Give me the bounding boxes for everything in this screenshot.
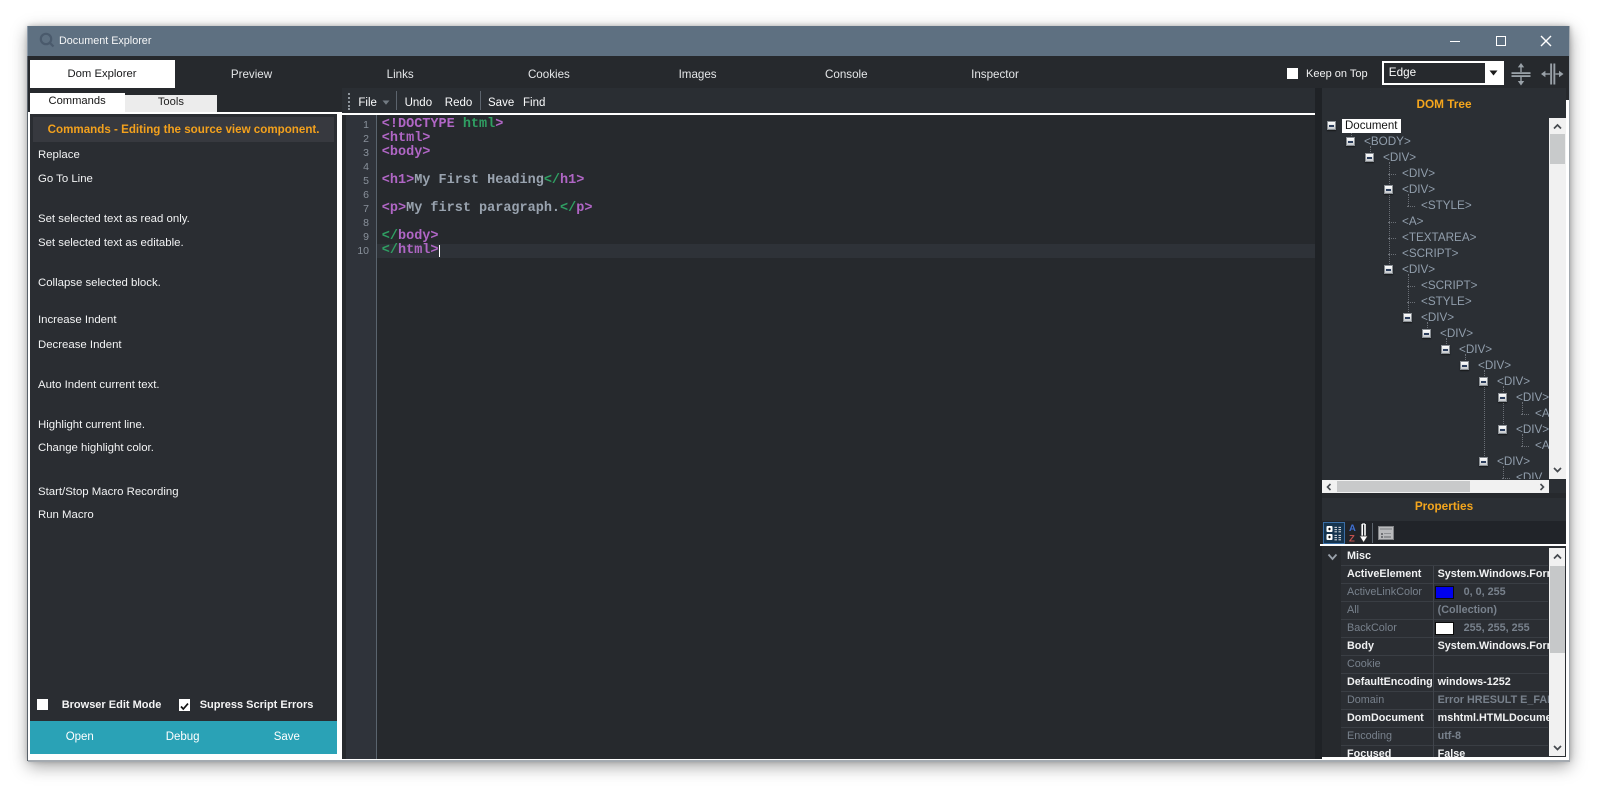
svg-text:A: A [1349,523,1356,534]
svg-text:Z: Z [1349,533,1355,544]
